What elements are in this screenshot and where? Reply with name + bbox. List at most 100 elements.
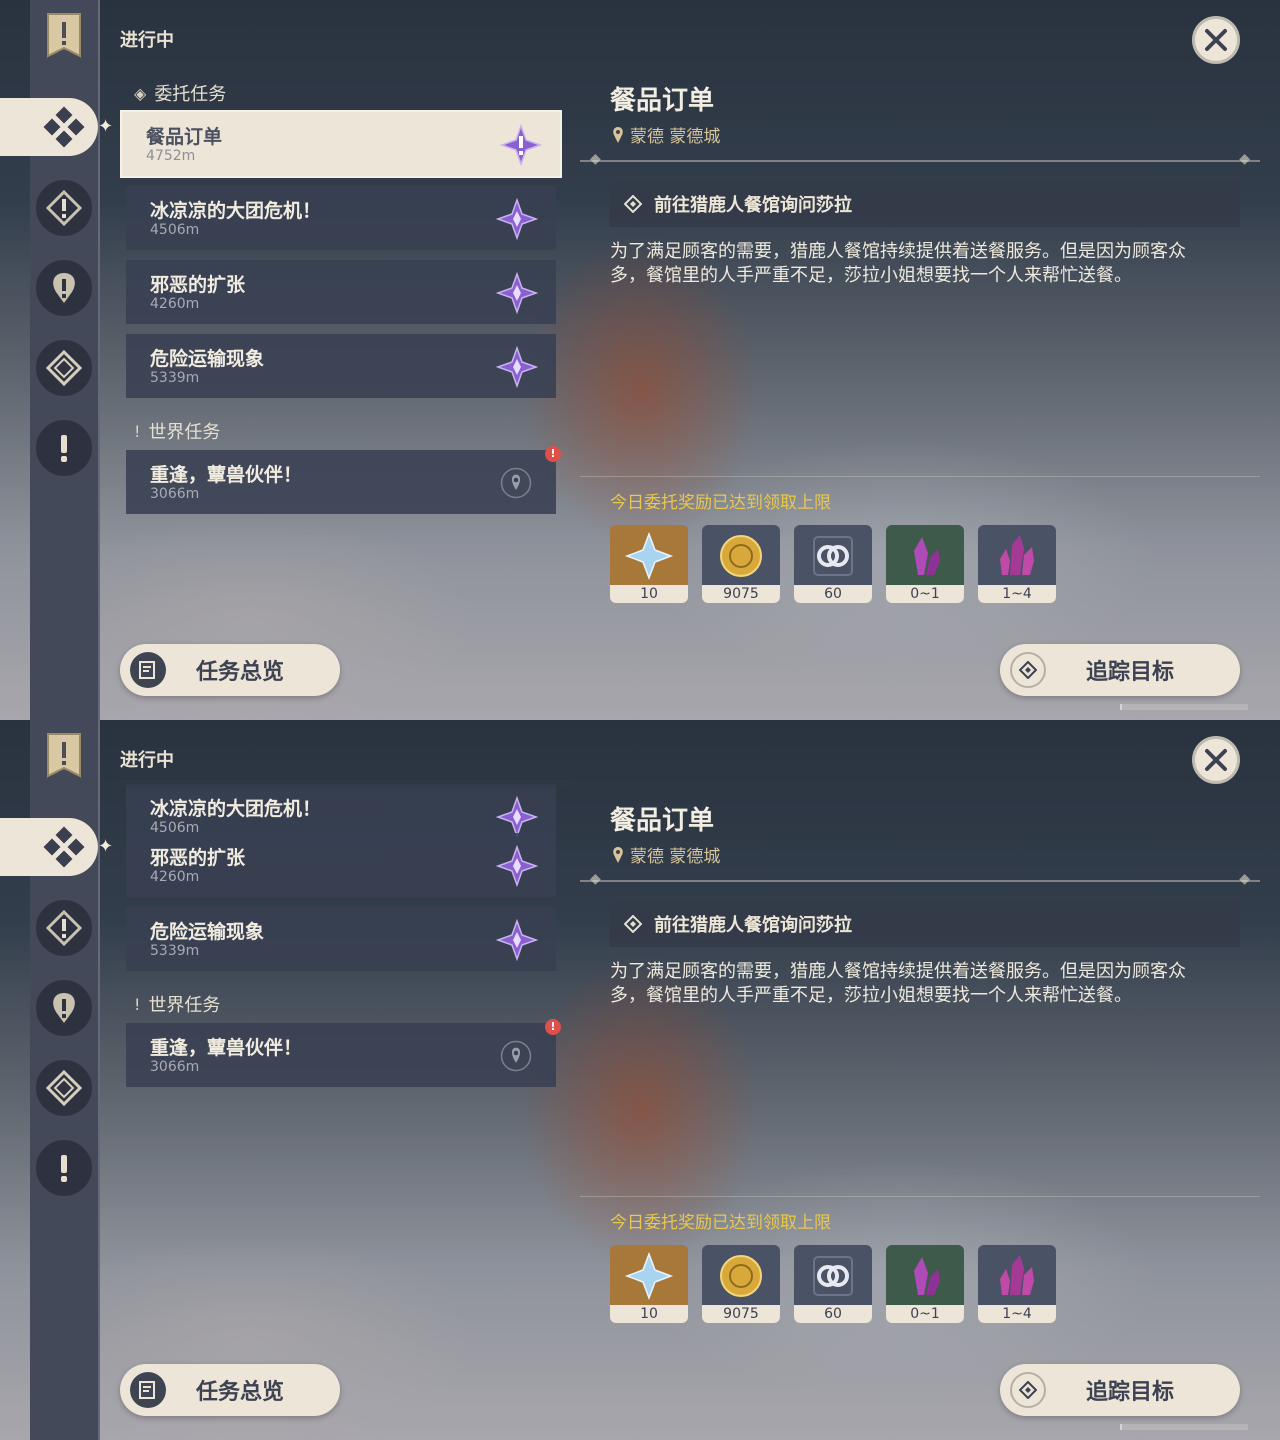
track-target-button[interactable]: 追踪目标	[1000, 1364, 1240, 1416]
rail-event-tab[interactable]	[36, 340, 92, 396]
quest-card[interactable]: 冰凉凉的大团危机！ 4506m	[126, 186, 556, 250]
rail-commission-tab[interactable]	[0, 98, 98, 156]
quest-banner-icon	[47, 733, 81, 778]
quest-card[interactable]: 危险运输现象 5339m	[126, 334, 556, 398]
rail-world-tab[interactable]	[36, 1140, 92, 1196]
rail-world-tab[interactable]	[36, 420, 92, 476]
overview-label: 任务总览	[196, 1380, 285, 1405]
quest-banner-icon	[47, 13, 81, 58]
description-line: 为了满足顾客的需要，猎鹿人餐馆持续提供着送餐服务。但是因为顾客众	[610, 961, 1186, 982]
story-quest-icon	[53, 273, 75, 303]
reward-item[interactable]: 60	[794, 525, 872, 603]
quest-card-selected[interactable]: 餐品订单 4752m	[120, 110, 562, 178]
detail-location: 蒙德 蒙德城	[612, 842, 720, 867]
track-target-button[interactable]: 追踪目标	[1000, 644, 1240, 696]
close-icon	[1205, 29, 1227, 51]
quest-name: 危险运输现象	[150, 921, 265, 943]
quest-card[interactable]: 邪恶的扩张 4260m	[126, 260, 556, 324]
quest-card[interactable]: 重逢，蕈兽伙伴！ 3066m	[126, 1023, 556, 1087]
quest-card[interactable]: 邪恶的扩张 4260m	[126, 833, 556, 897]
objective-diamond-icon	[624, 195, 642, 213]
quest-name: 餐品订单	[146, 126, 223, 148]
overview-label: 任务总览	[196, 660, 285, 685]
commission-star-icon	[496, 198, 538, 240]
objective-row: 前往猎鹿人餐馆询问莎拉	[610, 181, 1240, 227]
quest-distance: 3066m	[150, 1059, 200, 1075]
reward-item[interactable]: 0~1	[886, 1245, 964, 1323]
divider	[580, 476, 1260, 477]
reward-item[interactable]: 60	[794, 1245, 872, 1323]
world-exclaim-icon: !	[134, 421, 141, 441]
new-alert-icon: !	[545, 1019, 561, 1035]
reward-count: 9075	[702, 585, 780, 603]
reward-limit-notice: 今日委托奖励已达到领取上限	[610, 493, 831, 513]
reward-count: 1~4	[978, 1305, 1056, 1323]
description-line: 为了满足顾客的需要，猎鹿人餐馆持续提供着送餐服务。但是因为顾客众	[610, 241, 1186, 262]
rail-event-tab[interactable]	[36, 1060, 92, 1116]
quest-distance: 4260m	[150, 869, 200, 885]
quest-name: 邪恶的扩张	[150, 847, 246, 869]
scroll-indicator	[1120, 704, 1248, 710]
primogem-icon	[610, 525, 688, 587]
location-text: 蒙德 蒙德城	[630, 127, 721, 147]
close-button[interactable]	[1192, 16, 1240, 64]
reward-item[interactable]: 1~4	[978, 525, 1056, 603]
quest-name: 重逢，蕈兽伙伴！	[150, 464, 303, 486]
commission-icon	[43, 106, 85, 148]
reward-item[interactable]: 10	[610, 525, 688, 603]
rail-archon-tab[interactable]	[36, 900, 92, 956]
commission-star-icon	[496, 346, 538, 388]
reward-item[interactable]: 10	[610, 1245, 688, 1323]
crystal-chunk-icon	[886, 1245, 964, 1307]
description-line: 多，餐馆里的人手严重不足，莎拉小姐想要找一个人来帮忙送餐。	[610, 985, 1132, 1006]
rail-commission-tab[interactable]	[0, 818, 98, 876]
divider	[580, 871, 1260, 887]
quest-card[interactable]: 重逢，蕈兽伙伴！ 3066m	[126, 450, 556, 514]
description-line: 多，餐馆里的人手严重不足，莎拉小姐想要找一个人来帮忙送餐。	[610, 265, 1132, 286]
world-quest-icon	[61, 1155, 67, 1182]
location-icon	[613, 126, 623, 143]
story-quest-icon	[53, 993, 75, 1023]
event-quest-icon	[46, 1070, 82, 1106]
quest-card[interactable]: 危险运输现象 5339m	[126, 907, 556, 971]
reward-count: 0~1	[886, 585, 964, 603]
overview-icon	[130, 1372, 166, 1408]
commission-star-icon	[496, 796, 538, 838]
archon-quest-icon	[46, 190, 82, 226]
quest-overview-button[interactable]: 任务总览	[120, 644, 340, 696]
quest-distance: 5339m	[150, 370, 200, 386]
friendship-exp-icon	[794, 525, 872, 587]
divider	[580, 151, 1260, 167]
category-commission: ◈ 委托任务	[134, 80, 226, 106]
section-title: 进行中	[120, 30, 174, 51]
quest-screen-1: ✦ ✦ ✦ 进行中 ◈ 委托任务 餐品订单 4752m	[0, 0, 1280, 720]
quest-distance: 4260m	[150, 296, 200, 312]
reward-item[interactable]: 0~1	[886, 525, 964, 603]
close-button[interactable]	[1192, 736, 1240, 784]
track-label: 追踪目标	[1086, 660, 1175, 685]
reward-item[interactable]: 1~4	[978, 1245, 1056, 1323]
list-fade	[120, 780, 570, 790]
quest-distance: 4506m	[150, 222, 200, 238]
reward-limit-notice: 今日委托奖励已达到领取上限	[610, 1213, 831, 1233]
commission-alert-icon	[500, 124, 542, 166]
location-pin-icon	[500, 1040, 532, 1072]
reward-item[interactable]: 9075	[702, 525, 780, 603]
quest-description: 为了满足顾客的需要，猎鹿人餐馆持续提供着送餐服务。但是因为顾客众 多，餐馆里的人…	[610, 240, 1250, 288]
overview-icon	[130, 652, 166, 688]
rail-archon-tab[interactable]	[36, 180, 92, 236]
quest-overview-button[interactable]: 任务总览	[120, 1364, 340, 1416]
reward-count: 60	[794, 585, 872, 603]
sparkle-icon: ✦	[98, 116, 114, 137]
scroll-indicator	[1120, 1424, 1248, 1430]
track-label: 追踪目标	[1086, 1380, 1175, 1405]
rail-story-tab[interactable]	[36, 260, 92, 316]
crystal-cluster-icon	[978, 1245, 1056, 1307]
rail-story-tab[interactable]	[36, 980, 92, 1036]
quest-description: 为了满足顾客的需要，猎鹿人餐馆持续提供着送餐服务。但是因为顾客众 多，餐馆里的人…	[610, 960, 1250, 1008]
quest-name: 冰凉凉的大团危机！	[150, 200, 322, 222]
track-diamond-icon	[1010, 652, 1046, 688]
commission-diamond-icon: ◈	[134, 83, 147, 103]
reward-item[interactable]: 9075	[702, 1245, 780, 1323]
world-quest-icon	[61, 435, 67, 462]
